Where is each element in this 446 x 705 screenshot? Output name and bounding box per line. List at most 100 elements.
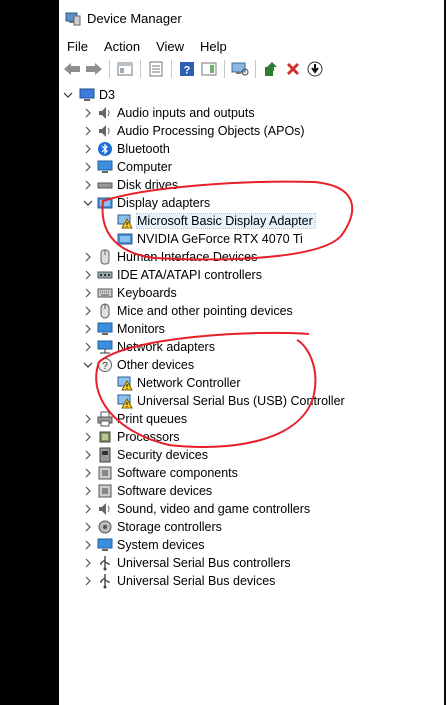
properties-icon xyxy=(117,62,133,76)
list-view-button[interactable] xyxy=(146,59,166,79)
menu-action[interactable]: Action xyxy=(96,39,148,54)
chevron-right-icon[interactable] xyxy=(83,558,93,568)
chevron-right-icon[interactable] xyxy=(83,108,93,118)
tree-item-software-components[interactable]: Software components xyxy=(59,464,446,482)
monitor-icon xyxy=(97,321,113,337)
mouse-icon xyxy=(97,303,113,319)
device-item-network-controller[interactable]: Network Controller xyxy=(59,374,446,392)
forward-arrow-icon xyxy=(86,63,102,75)
device-item-nvidia-geforce-rtx-4070-ti[interactable]: NVIDIA GeForce RTX 4070 Ti xyxy=(59,230,446,248)
chevron-right-icon[interactable] xyxy=(83,576,93,586)
tree-item-disk-drives[interactable]: Disk drives xyxy=(59,176,446,194)
chevron-right-icon[interactable] xyxy=(83,162,93,172)
chevron-right-icon[interactable] xyxy=(83,144,93,154)
tree-item-processors[interactable]: Processors xyxy=(59,428,446,446)
tree-item-display-adapters[interactable]: Display adapters xyxy=(59,194,446,212)
tree-item-bluetooth[interactable]: Bluetooth xyxy=(59,140,446,158)
device-item-universal-serial-bus-usb-controller[interactable]: Universal Serial Bus (USB) Controller xyxy=(59,392,446,410)
component-icon xyxy=(97,465,113,481)
chevron-right-icon[interactable] xyxy=(83,180,93,190)
chevron-right-icon[interactable] xyxy=(83,522,93,532)
menu-file[interactable]: File xyxy=(59,39,96,54)
usb-icon xyxy=(97,573,113,589)
chevron-down-icon[interactable] xyxy=(63,90,73,100)
menu-bar: File Action View Help xyxy=(59,36,446,56)
chevron-right-icon[interactable] xyxy=(83,504,93,514)
back-button[interactable] xyxy=(62,59,82,79)
tree-item-monitors[interactable]: Monitors xyxy=(59,320,446,338)
update-driver-button[interactable] xyxy=(261,59,281,79)
toolbar-separator xyxy=(140,60,141,78)
device-item-microsoft-basic-display-adapter[interactable]: Microsoft Basic Display Adapter xyxy=(59,212,446,230)
chevron-right-icon[interactable] xyxy=(83,126,93,136)
chip-icon xyxy=(97,429,113,445)
chevron-right-icon[interactable] xyxy=(83,270,93,280)
tree-item-audio-processing-objects-apos[interactable]: Audio Processing Objects (APOs) xyxy=(59,122,446,140)
tree-item-mice-and-other-pointing-devices[interactable]: Mice and other pointing devices xyxy=(59,302,446,320)
tree-item-computer[interactable]: Computer xyxy=(59,158,446,176)
tree-item-keyboards[interactable]: Keyboards xyxy=(59,284,446,302)
tree-item-label: Universal Serial Bus controllers xyxy=(117,556,291,570)
ide-icon xyxy=(97,267,113,283)
device-item-label: Network Controller xyxy=(137,376,241,390)
tree-item-software-devices[interactable]: Software devices xyxy=(59,482,446,500)
monitor-icon xyxy=(97,537,113,553)
window-title: Device Manager xyxy=(87,10,182,26)
tree-root-label: D3 xyxy=(99,88,115,102)
tree-item-label: Keyboards xyxy=(117,286,177,300)
chevron-right-icon[interactable] xyxy=(83,450,93,460)
tree-root[interactable]: D3 xyxy=(59,86,446,104)
tree-item-human-interface-devices[interactable]: Human Interface Devices xyxy=(59,248,446,266)
tree-item-security-devices[interactable]: Security devices xyxy=(59,446,446,464)
download-icon xyxy=(307,61,323,77)
tree-item-universal-serial-bus-devices[interactable]: Universal Serial Bus devices xyxy=(59,572,446,590)
chevron-right-icon[interactable] xyxy=(83,414,93,424)
tree-item-universal-serial-bus-controllers[interactable]: Universal Serial Bus controllers xyxy=(59,554,446,572)
toolbar-separator xyxy=(109,60,110,78)
tree-item-storage-controllers[interactable]: Storage controllers xyxy=(59,518,446,536)
menu-view[interactable]: View xyxy=(148,39,192,54)
tree-item-other-devices[interactable]: ? Other devices xyxy=(59,356,446,374)
keyboard-icon xyxy=(97,285,113,301)
chevron-down-icon[interactable] xyxy=(83,198,93,208)
tree-item-label: IDE ATA/ATAPI controllers xyxy=(117,268,262,282)
chevron-right-icon[interactable] xyxy=(83,324,93,334)
uninstall-button[interactable] xyxy=(283,59,303,79)
toolbar-separator xyxy=(255,60,256,78)
tree-item-audio-inputs-and-outputs[interactable]: Audio inputs and outputs xyxy=(59,104,446,122)
chevron-right-icon[interactable] xyxy=(83,468,93,478)
tree-item-label: Print queues xyxy=(117,412,188,426)
chevron-right-icon[interactable] xyxy=(83,432,93,442)
uninstall-icon xyxy=(286,62,300,76)
chevron-right-icon[interactable] xyxy=(83,486,93,496)
chevron-right-icon[interactable] xyxy=(83,288,93,298)
menu-help[interactable]: Help xyxy=(192,39,235,54)
toolbar-separator xyxy=(171,60,172,78)
chevron-right-icon[interactable] xyxy=(83,342,93,352)
toolbar: ? xyxy=(59,56,446,83)
tree-item-network-adapters[interactable]: Network adapters xyxy=(59,338,446,356)
tree-item-label: Other devices xyxy=(117,358,195,372)
help-button[interactable]: ? xyxy=(177,59,197,79)
tree-item-label: Bluetooth xyxy=(117,142,170,156)
tree-item-ide-ata-atapi-controllers[interactable]: IDE ATA/ATAPI controllers xyxy=(59,266,446,284)
security-icon xyxy=(97,447,113,463)
tree-item-label: Human Interface Devices xyxy=(117,250,258,264)
tree-item-sound-video-and-game-controllers[interactable]: Sound, video and game controllers xyxy=(59,500,446,518)
chevron-right-icon[interactable] xyxy=(83,306,93,316)
forward-button[interactable] xyxy=(84,59,104,79)
enable-device-button[interactable] xyxy=(305,59,325,79)
properties-button[interactable] xyxy=(115,59,135,79)
chevron-right-icon[interactable] xyxy=(83,540,93,550)
action-pane-button[interactable] xyxy=(199,59,219,79)
chevron-right-icon[interactable] xyxy=(83,252,93,262)
tree-item-print-queues[interactable]: Print queues xyxy=(59,410,446,428)
scan-hardware-button[interactable] xyxy=(230,59,250,79)
component-icon xyxy=(97,483,113,499)
usb-icon xyxy=(97,555,113,571)
device-manager-window: Device Manager File Action View Help ? D… xyxy=(59,0,446,705)
speaker-icon xyxy=(97,501,113,517)
tree-item-system-devices[interactable]: System devices xyxy=(59,536,446,554)
chevron-down-icon[interactable] xyxy=(83,360,93,370)
tree-item-label: Mice and other pointing devices xyxy=(117,304,293,318)
